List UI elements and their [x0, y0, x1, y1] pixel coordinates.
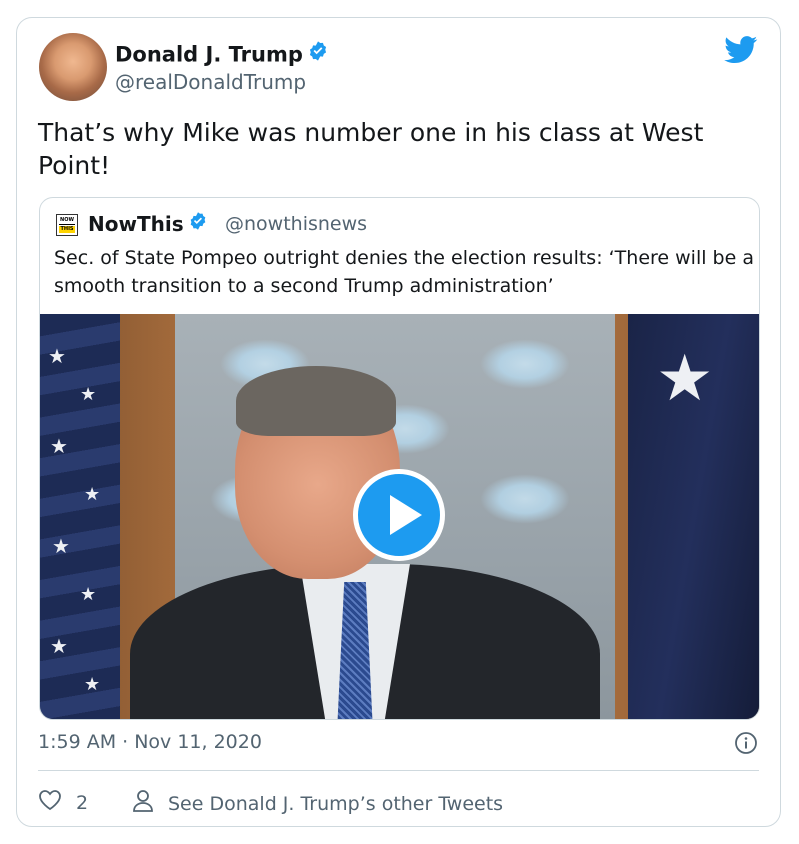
- nowthis-logo: NOW THIS: [56, 214, 78, 236]
- tweet-timestamp[interactable]: 1:59 AM · Nov 11, 2020: [38, 731, 262, 753]
- quoted-tweet-text: Sec. of State Pompeo outright denies the…: [54, 247, 754, 297]
- play-icon: [390, 495, 422, 535]
- author-name-text[interactable]: Donald J. Trump: [115, 43, 303, 67]
- tweet-text: That’s why Mike was number one in his cl…: [38, 118, 704, 180]
- twitter-bird-icon[interactable]: [724, 36, 758, 68]
- author-handle[interactable]: @realDonaldTrump: [115, 70, 306, 94]
- map-decoration: [480, 339, 570, 389]
- play-button[interactable]: [353, 469, 445, 561]
- quoted-author-name: NowThis: [88, 212, 208, 238]
- like-count: 2: [76, 791, 89, 814]
- video-thumbnail[interactable]: ★ ★ ★ ★ ★ ★ ★ ★ ★: [40, 314, 759, 719]
- quoted-author-handle: @nowthisnews: [225, 213, 368, 235]
- divider: [38, 770, 759, 771]
- logo-now-text: NOW: [59, 217, 75, 225]
- like-button[interactable]: 2: [38, 789, 88, 816]
- verified-badge-icon: [188, 211, 208, 236]
- author-name[interactable]: Donald J. Trump: [115, 40, 329, 69]
- see-other-tweets-link[interactable]: See Donald J. Trump’s other Tweets: [132, 789, 503, 818]
- heart-icon: [38, 789, 62, 816]
- info-icon[interactable]: [734, 731, 758, 759]
- us-flag: ★ ★ ★ ★ ★ ★ ★ ★: [40, 314, 120, 719]
- map-decoration: [480, 474, 570, 524]
- quoted-author-name-text: NowThis: [88, 212, 184, 236]
- tweet-card: Donald J. Trump @realDonaldTrump That’s …: [16, 17, 781, 827]
- logo-this-text: THIS: [59, 226, 75, 233]
- person-icon: [132, 789, 154, 818]
- author-avatar[interactable]: [39, 33, 107, 101]
- see-other-tweets-label[interactable]: See Donald J. Trump’s other Tweets: [168, 793, 503, 815]
- speaker-hair: [236, 366, 396, 436]
- state-dept-flag: ★: [628, 314, 759, 719]
- verified-badge-icon: [307, 40, 329, 67]
- quoted-tweet[interactable]: NOW THIS NowThis @nowthisnews Sec. of St…: [39, 197, 760, 720]
